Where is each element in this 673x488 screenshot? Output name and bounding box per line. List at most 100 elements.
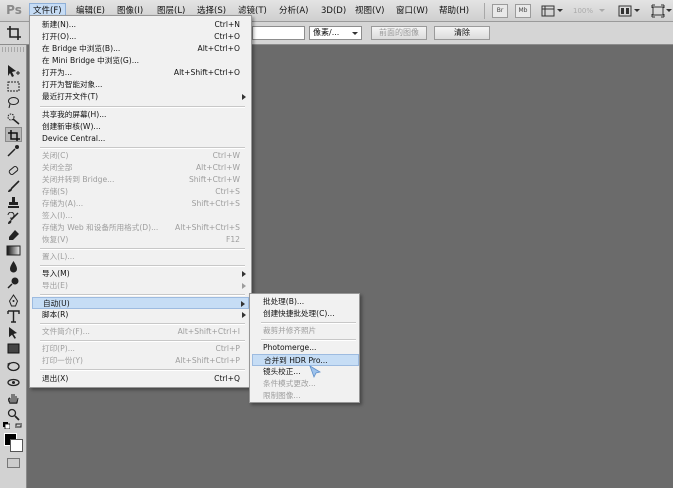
hand-tool-icon[interactable] xyxy=(5,391,22,406)
menu-3d[interactable]: 3D(D) xyxy=(318,3,349,19)
submenu-arrow-icon xyxy=(242,283,246,289)
menu-item-print[interactable]: 打印(P)... Ctrl+P xyxy=(32,343,249,355)
eyedropper-tool-icon[interactable] xyxy=(5,143,22,158)
menu-item-exit[interactable]: 退出(X) Ctrl+Q xyxy=(32,373,249,385)
menu-item-open-smart-object[interactable]: 打开为智能对象... xyxy=(32,79,249,91)
menu-item-recent-files[interactable]: 最近打开文件(T) xyxy=(32,91,249,103)
screen-mode-icon[interactable] xyxy=(651,4,665,18)
menu-item-place[interactable]: 置入(L)... xyxy=(32,251,249,263)
menu-item-create-droplet[interactable]: 创建快捷批处理(C)... xyxy=(252,308,359,320)
default-colors-icon[interactable] xyxy=(3,422,11,430)
menu-separator xyxy=(40,369,245,371)
menu-item-open[interactable]: 打开(O)... Ctrl+O xyxy=(32,31,249,43)
menu-item-file-info[interactable]: 文件简介(F)... Alt+Shift+Ctrl+I xyxy=(32,326,249,338)
automate-submenu: 批处理(B)... 创建快捷批处理(C)... 裁剪并修齐照片 Photomer… xyxy=(249,293,360,403)
move-tool-icon[interactable] xyxy=(5,63,22,78)
path-selection-tool-icon[interactable] xyxy=(5,325,22,340)
menu-separator xyxy=(40,294,245,296)
menu-item-save-for-web[interactable]: 存储为 Web 和设备所用格式(D)... Alt+Shift+Ctrl+S xyxy=(32,222,249,234)
eraser-tool-icon[interactable] xyxy=(5,227,22,242)
zoom-level[interactable]: 100% xyxy=(573,4,593,18)
menu-item-check-in[interactable]: 签入(I)... xyxy=(32,210,249,222)
crop-tool-icon[interactable] xyxy=(6,25,22,41)
submenu-arrow-icon xyxy=(242,94,246,100)
submenu-arrow-icon xyxy=(242,271,246,277)
menu-item-save-as[interactable]: 存储为(A)... Shift+Ctrl+S xyxy=(32,198,249,210)
menu-item-print-one-copy[interactable]: 打印一份(Y) Alt+Shift+Ctrl+P xyxy=(32,355,249,367)
healing-brush-tool-icon[interactable] xyxy=(5,163,22,178)
menu-separator xyxy=(261,339,356,341)
file-menu: 新建(N)... Ctrl+N 打开(O)... Ctrl+O 在 Bridge 中… xyxy=(29,15,252,388)
menu-window[interactable]: 窗口(W) xyxy=(393,3,431,19)
extras-icon[interactable] xyxy=(541,4,555,18)
menu-item-import[interactable]: 导入(M) xyxy=(32,268,249,280)
menu-item-fit-image[interactable]: 限制图像... xyxy=(252,390,359,402)
3d-rotate-tool-icon[interactable] xyxy=(5,359,22,374)
pen-tool-icon[interactable] xyxy=(5,293,22,308)
front-image-button[interactable]: 前面的图像 xyxy=(371,26,427,40)
menu-separator xyxy=(484,3,485,19)
chevron-down-icon[interactable] xyxy=(599,9,605,12)
menu-item-browse-bridge[interactable]: 在 Bridge 中浏览(B)... Alt+Ctrl+O xyxy=(32,43,249,55)
chevron-down-icon[interactable] xyxy=(634,9,640,12)
submenu-arrow-icon xyxy=(241,301,245,307)
menu-separator xyxy=(40,340,245,342)
menu-item-automate[interactable]: 自动(U) xyxy=(32,297,249,309)
chevron-down-icon[interactable] xyxy=(666,9,672,12)
rectangle-tool-icon[interactable] xyxy=(5,341,22,356)
crop-tool-icon[interactable] xyxy=(5,127,22,142)
menu-view[interactable]: 视图(V) xyxy=(352,3,387,19)
menu-item-conditional-mode-change[interactable]: 条件模式更改... xyxy=(252,378,359,390)
quick-selection-tool-icon[interactable] xyxy=(5,111,22,126)
menu-separator xyxy=(40,147,245,149)
zoom-tool-icon[interactable] xyxy=(5,407,22,422)
panel-grip[interactable] xyxy=(2,47,24,52)
menu-separator xyxy=(261,322,356,324)
menu-item-save[interactable]: 存储(S) Ctrl+S xyxy=(32,186,249,198)
menu-item-close-go-bridge[interactable]: 关闭并转到 Bridge... Shift+Ctrl+W xyxy=(32,174,249,186)
menu-item-crop-straighten[interactable]: 裁剪并修齐照片 xyxy=(252,325,359,337)
menu-item-export[interactable]: 导出(E) xyxy=(32,280,249,292)
type-tool-icon[interactable] xyxy=(5,309,22,324)
lasso-tool-icon[interactable] xyxy=(5,95,22,110)
menu-item-open-as[interactable]: 打开为... Alt+Shift+Ctrl+O xyxy=(32,67,249,79)
menu-item-close-all[interactable]: 关闭全部 Alt+Ctrl+W xyxy=(32,162,249,174)
menu-item-close[interactable]: 关闭(C) Ctrl+W xyxy=(32,150,249,162)
menu-item-merge-hdr[interactable]: 合并到 HDR Pro... xyxy=(252,354,359,366)
menu-item-scripts[interactable]: 脚本(R) xyxy=(32,309,249,321)
quick-mask-icon[interactable] xyxy=(7,458,20,468)
menu-item-browse-mini-bridge[interactable]: 在 Mini Bridge 中浏览(G)... xyxy=(32,55,249,67)
menu-item-batch[interactable]: 批处理(B)... xyxy=(252,296,359,308)
menu-item-new[interactable]: 新建(N)... Ctrl+N xyxy=(32,19,249,31)
chevron-down-icon xyxy=(352,32,358,35)
menu-analysis[interactable]: 分析(A) xyxy=(276,3,311,19)
units-select[interactable]: 像素/... xyxy=(309,26,362,40)
arrange-documents-icon[interactable] xyxy=(618,4,632,18)
swap-colors-icon[interactable] xyxy=(15,422,23,430)
menu-item-photomerge[interactable]: Photomerge... xyxy=(252,342,359,354)
tools-panel xyxy=(0,45,27,488)
marquee-tool-icon[interactable] xyxy=(5,79,22,94)
bridge-button[interactable]: Br xyxy=(492,4,508,18)
menu-item-revert[interactable]: 恢复(V) F12 xyxy=(32,234,249,246)
resolution-input[interactable] xyxy=(252,26,305,40)
submenu-arrow-icon xyxy=(242,312,246,318)
3d-orbit-tool-icon[interactable] xyxy=(5,375,22,390)
dodge-tool-icon[interactable] xyxy=(5,275,22,290)
mini-bridge-button[interactable]: Mb xyxy=(515,4,531,18)
clone-stamp-tool-icon[interactable] xyxy=(5,195,22,210)
history-brush-tool-icon[interactable] xyxy=(5,211,22,226)
clear-button[interactable]: 清除 xyxy=(434,26,490,40)
chevron-down-icon[interactable] xyxy=(557,9,563,12)
menu-item-lens-correction[interactable]: 镜头校正... xyxy=(252,366,359,378)
brush-tool-icon[interactable] xyxy=(5,179,22,194)
menu-item-share-screen[interactable]: 共享我的屏幕(H)... xyxy=(32,109,249,121)
mouse-cursor-icon xyxy=(309,365,322,381)
menu-item-create-review[interactable]: 创建新审核(W)... xyxy=(32,121,249,133)
gradient-tool-icon[interactable] xyxy=(5,243,22,258)
menu-separator xyxy=(40,265,245,267)
menu-item-device-central[interactable]: Device Central... xyxy=(32,133,249,145)
menu-help[interactable]: 帮助(H) xyxy=(436,3,472,19)
blur-tool-icon[interactable] xyxy=(5,259,22,274)
background-color-swatch[interactable] xyxy=(10,439,23,452)
